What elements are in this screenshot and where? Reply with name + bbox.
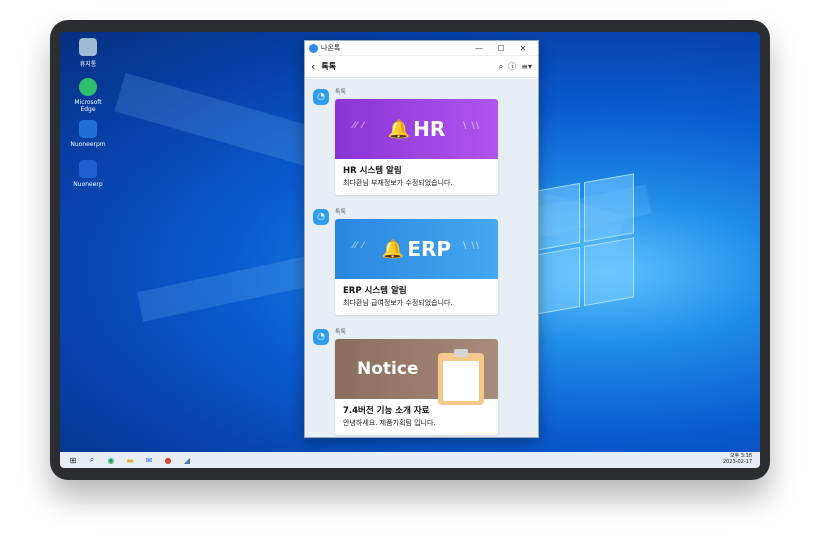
card-title: HR 시스템 알림 bbox=[343, 166, 402, 176]
nuon-m-icon bbox=[79, 160, 97, 178]
desktop-icon-nuon-m[interactable]: Nuoneerp bbox=[68, 160, 108, 188]
recycle-bin-icon bbox=[79, 38, 97, 56]
search-icon[interactable]: ⌕ bbox=[499, 62, 503, 72]
nuon-icon bbox=[79, 120, 97, 138]
card-body: 최다환님 부재정보가 수정되었습니다. bbox=[343, 179, 453, 187]
bell-icon: 🔔 bbox=[387, 118, 411, 140]
message-sender: 톡톡 bbox=[335, 209, 347, 216]
windows-logo bbox=[530, 172, 640, 331]
app-logo-icon bbox=[309, 43, 318, 53]
edge-icon bbox=[79, 78, 97, 96]
bot-avatar-icon: ◔ bbox=[313, 209, 329, 225]
bot-avatar-icon: ◔ bbox=[313, 89, 329, 105]
notification-card[interactable]: ⁄⁄ ⁄ 🔔 HR \ \\ HR 시스템 알림 최다환님 부재정보가 수정되었… bbox=[335, 99, 498, 195]
desktop-icon-recycle-bin[interactable]: 휴지통 bbox=[68, 38, 108, 68]
windows-start-icon[interactable]: ⊞ bbox=[64, 453, 82, 467]
desktop-icon-nuon[interactable]: Nuoneerpm bbox=[68, 120, 108, 148]
menu-icon[interactable]: ≡▾ bbox=[521, 62, 532, 71]
close-button[interactable]: ✕ bbox=[512, 44, 534, 53]
card-title: ERP 시스템 알림 bbox=[343, 286, 407, 296]
message-list[interactable]: ◔ 톡톡 ⁄⁄ ⁄ 🔔 HR \ \\ HR 시스템 알림 최다환님 부재정보가… bbox=[305, 79, 538, 437]
bot-avatar-icon: ◔ bbox=[313, 329, 329, 345]
chat-header: ‹ 톡톡 ⌕ ⓘ ≡▾ bbox=[305, 56, 538, 78]
maximize-button[interactable]: ☐ bbox=[490, 44, 512, 53]
desktop-icon-edge[interactable]: Microsoft Edge bbox=[68, 78, 108, 113]
message-sender: 톡톡 bbox=[335, 329, 347, 336]
powerpoint-icon[interactable]: ● bbox=[159, 453, 177, 467]
edge-icon[interactable]: ◉ bbox=[102, 453, 120, 467]
tablet-frame: 휴지통 Microsoft Edge Nuoneerpm Nuoneerp 나온… bbox=[50, 20, 770, 480]
notification-card[interactable]: Notice 7.4버전 기능 소개 자료 안녕하세요. 제품기획팀 입니다. bbox=[335, 339, 498, 435]
app-icon[interactable]: ◢ bbox=[178, 453, 196, 467]
card-banner: ⁄⁄ ⁄ 🔔 HR \ \\ bbox=[335, 99, 498, 159]
file-explorer-icon[interactable]: ▬ bbox=[121, 453, 139, 467]
bell-icon: 🔔 bbox=[381, 238, 405, 260]
system-clock[interactable]: 오후 3:18 2023-02-17 bbox=[723, 453, 752, 465]
taskbar: ⊞ ⌕ ◉ ▬ ✉ ● ◢ 오후 3:18 2023-02-17 bbox=[60, 452, 760, 468]
message-sender: 톡톡 bbox=[335, 89, 347, 96]
chat-window: 나온톡 — ☐ ✕ ‹ 톡톡 ⌕ ⓘ ≡▾ ◔ 톡톡 ⁄⁄ ⁄ 🔔 HR \ \… bbox=[304, 40, 539, 438]
back-icon[interactable]: ‹ bbox=[311, 60, 315, 73]
chat-title: 톡톡 bbox=[321, 62, 337, 71]
clipboard-icon bbox=[438, 349, 484, 405]
minimize-button[interactable]: — bbox=[468, 44, 490, 53]
window-titlebar[interactable]: 나온톡 — ☐ ✕ bbox=[305, 41, 538, 56]
notification-card[interactable]: ⁄⁄ ⁄ 🔔 ERP \ \\ ERP 시스템 알림 최다환님 급여정보가 수정… bbox=[335, 219, 498, 315]
mail-icon[interactable]: ✉ bbox=[140, 453, 158, 467]
card-banner: ⁄⁄ ⁄ 🔔 ERP \ \\ bbox=[335, 219, 498, 279]
card-body: 안녕하세요. 제품기획팀 입니다. bbox=[343, 419, 436, 427]
card-body: 최다환님 급여정보가 수정되었습니다. bbox=[343, 299, 453, 307]
search-icon[interactable]: ⌕ bbox=[83, 453, 101, 467]
window-title: 나온톡 bbox=[321, 44, 341, 52]
card-banner: Notice bbox=[335, 339, 498, 405]
info-icon[interactable]: ⓘ bbox=[508, 61, 516, 72]
desktop: 휴지통 Microsoft Edge Nuoneerpm Nuoneerp 나온… bbox=[60, 32, 760, 468]
